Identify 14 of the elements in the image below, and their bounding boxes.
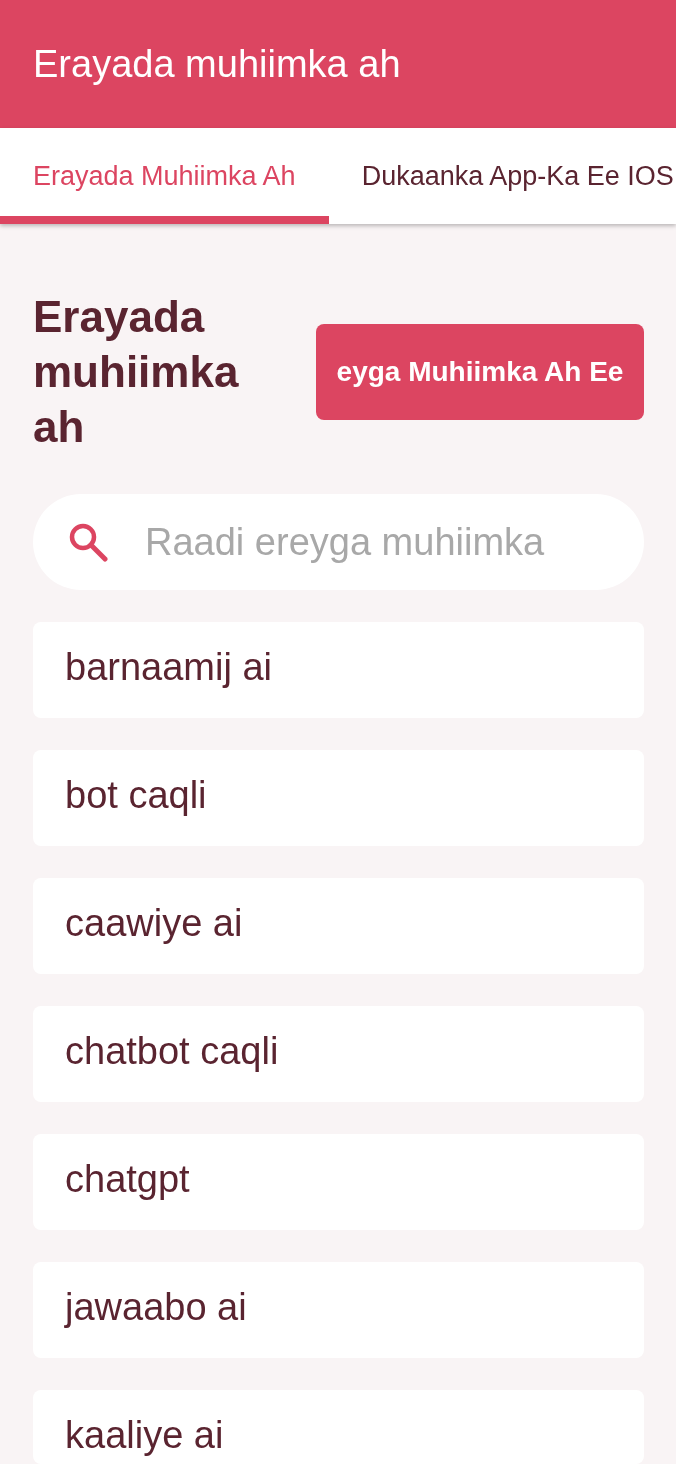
keyword-item[interactable]: bot caqli	[33, 750, 644, 846]
keyword-item[interactable]: kaaliye ai	[33, 1390, 644, 1464]
keyword-item[interactable]: jawaabo ai	[33, 1262, 644, 1358]
search-field[interactable]: Raadi ereyga muhiimka	[33, 494, 644, 590]
app-title: Erayada muhiimka ah	[33, 42, 401, 86]
keyword-item[interactable]: caawiye ai	[33, 878, 644, 974]
add-keyword-button[interactable]: eyga Muhiimka Ah Ee	[316, 323, 644, 420]
page-heading: Erayada muhiimka ah	[33, 291, 240, 453]
keyword-item[interactable]: chatgpt	[33, 1134, 644, 1230]
tab[interactable]: Dukaanka App-Ka Ee IOS	[328, 128, 676, 224]
tab[interactable]: Erayada Muhiimka Ah	[0, 128, 329, 224]
keyword-item[interactable]: barnaamij ai	[33, 622, 644, 718]
keyword-item[interactable]: chatbot caqli	[33, 1006, 644, 1102]
search-icon	[68, 522, 108, 562]
